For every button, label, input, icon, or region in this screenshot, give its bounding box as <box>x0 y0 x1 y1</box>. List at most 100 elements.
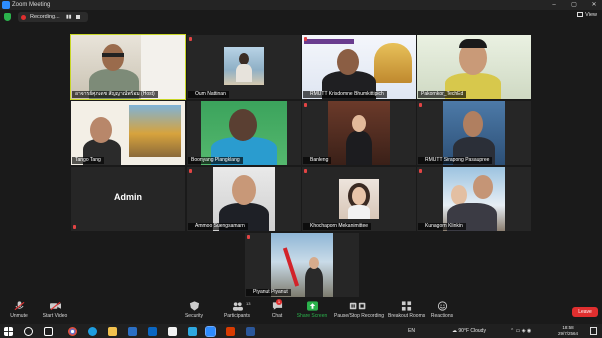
participant-face <box>90 117 112 143</box>
participant-face <box>309 257 319 269</box>
video-tile-oum[interactable]: Oum Nattinan <box>187 35 301 99</box>
weather-widget[interactable]: ☁ 90°F Cloudy <box>452 328 486 334</box>
participants-button[interactable]: Participants 13 <box>222 301 252 319</box>
participants-count: 13 <box>246 301 251 306</box>
word-icon[interactable] <box>246 326 255 336</box>
pause-stop-icon <box>349 302 366 310</box>
breakout-rooms-button[interactable]: Breakout Rooms <box>388 301 426 319</box>
chrome-icon[interactable] <box>68 326 77 336</box>
leave-button[interactable]: Leave <box>572 307 598 317</box>
unmute-label: Unmute <box>10 313 28 319</box>
app-icon[interactable] <box>188 326 197 336</box>
muted-microphone-icon <box>14 301 24 311</box>
view-button[interactable]: View <box>577 12 597 18</box>
grid-view-icon <box>577 12 584 17</box>
participant-body <box>348 205 370 219</box>
participant-name: Khochaporn Mekanimittee <box>303 223 372 230</box>
pause-stop-recording-label: Pause/Stop Recording <box>334 313 385 319</box>
file-explorer-icon[interactable] <box>108 326 117 336</box>
video-tile-ammoo[interactable]: Ammoo Suengsamarn <box>187 167 301 231</box>
video-tile-tango[interactable]: Tango Tang <box>71 101 185 165</box>
minimize-button[interactable]: – <box>549 1 559 9</box>
video-tile-krisdomne[interactable]: RMUTT Krisdomne Bhumkittipich <box>302 35 416 99</box>
encryption-shield-icon[interactable] <box>4 13 11 21</box>
recording-indicator: Recording... ▮▮ <box>18 12 88 22</box>
video-tile-kunagorn[interactable]: Kunagorn Klinkin <box>417 167 531 231</box>
participant-name: Piyanut Piyanut <box>246 289 291 296</box>
weather-text: 90°F Cloudy <box>458 328 486 334</box>
participant-face <box>229 109 257 141</box>
participant-name: Banleng <box>303 157 332 164</box>
video-off-icon <box>49 301 61 311</box>
notifications-icon[interactable] <box>590 327 597 335</box>
zoom-taskbar-icon[interactable] <box>205 325 216 337</box>
participant-name: Oum Nattinan <box>188 91 229 98</box>
muted-mic-icon <box>304 36 307 41</box>
muted-mic-icon <box>304 168 307 173</box>
window-title: Zoom Meeting <box>12 1 51 8</box>
video-tile-banleng[interactable]: Banleng <box>302 101 416 165</box>
glasses <box>102 53 124 57</box>
video-tile-admin[interactable]: Admin <box>71 167 185 231</box>
temple-image <box>374 43 412 83</box>
participant-face <box>102 44 124 71</box>
video-tile-pakornkor[interactable]: Pakornkor_TechEd <box>417 35 531 99</box>
participant-face <box>473 175 493 199</box>
participant-name: อาจารย์ศุภเดช สัญญาณ์พร้อม (Host) <box>72 91 158 98</box>
close-button[interactable]: ✕ <box>589 1 599 9</box>
muted-mic-icon <box>189 36 192 41</box>
stop-recording-button[interactable] <box>76 15 80 19</box>
participant-body <box>346 131 372 165</box>
participant-body <box>305 267 323 297</box>
task-view-icon[interactable] <box>44 326 53 336</box>
unmute-button[interactable]: Unmute <box>6 301 32 319</box>
reactions-button[interactable]: Reactions <box>428 301 456 319</box>
meeting-top-bar: Recording... ▮▮ View <box>0 10 602 24</box>
participants-label: Participants <box>223 313 251 319</box>
profile-picture <box>271 233 333 297</box>
video-tile-khochaporn[interactable]: Khochaporn Mekanimittee <box>302 167 416 231</box>
video-tile-piyanut[interactable]: Piyanut Piyanut <box>245 233 359 297</box>
maximize-button[interactable]: ▢ <box>569 1 579 9</box>
clock[interactable]: 18:58 29/7/2564 <box>558 325 578 337</box>
language-indicator[interactable]: EN <box>408 328 415 334</box>
zoom-window: Zoom Meeting – ▢ ✕ Recording... ▮▮ View … <box>0 0 602 338</box>
video-tile-sirapong[interactable]: RMUTT Sirapong Pasaupree <box>417 101 531 165</box>
muted-mic-icon <box>73 225 76 229</box>
weather-cloud-icon: ☁ <box>452 328 457 334</box>
participant-face <box>352 187 366 205</box>
windows-start-icon[interactable] <box>4 326 13 336</box>
edge-icon[interactable] <box>88 326 97 336</box>
recording-dot-icon <box>21 14 26 20</box>
background-banner <box>304 39 354 44</box>
store-icon[interactable] <box>168 326 177 336</box>
pdf-reader-icon[interactable] <box>226 326 235 336</box>
security-label: Security <box>184 313 204 319</box>
share-screen-button[interactable]: Share Screen <box>296 301 328 319</box>
windows-taskbar: EN ☁ 90°F Cloudy ⌃ ▭ ◈ ◉ 18:58 29/7/2564 <box>0 324 602 338</box>
participant-face <box>463 111 483 137</box>
muted-mic-icon <box>419 168 422 173</box>
participant-placeholder-name: Admin <box>114 192 142 202</box>
temple-image <box>129 105 181 157</box>
chat-unread-badge: 1 <box>276 299 282 305</box>
search-icon[interactable] <box>24 326 33 336</box>
window-light <box>141 35 185 99</box>
participant-face <box>352 115 366 132</box>
mail-icon[interactable] <box>128 326 137 336</box>
participant-face <box>451 185 467 205</box>
pause-recording-button[interactable]: ▮▮ <box>66 14 72 20</box>
security-shield-icon <box>189 301 199 311</box>
dropbox-icon[interactable] <box>148 326 157 336</box>
video-tile-boonyang[interactable]: Boonyang Plangklang <box>187 101 301 165</box>
start-video-button[interactable]: Start Video <box>40 301 70 319</box>
pause-stop-recording-button[interactable]: Pause/Stop Recording <box>334 301 385 319</box>
breakout-rooms-label: Breakout Rooms <box>388 313 426 319</box>
tray-icons[interactable]: ⌃ ▭ ◈ ◉ <box>510 328 531 334</box>
video-tile-host[interactable]: อาจารย์ศุภเดช สัญญาณ์พร้อม (Host) <box>70 34 186 100</box>
chat-button[interactable]: 1 Chat <box>268 299 286 319</box>
muted-mic-icon <box>419 102 422 107</box>
breakout-rooms-icon <box>401 301 411 311</box>
smiley-icon <box>437 301 447 311</box>
security-button[interactable]: Security <box>180 301 208 319</box>
